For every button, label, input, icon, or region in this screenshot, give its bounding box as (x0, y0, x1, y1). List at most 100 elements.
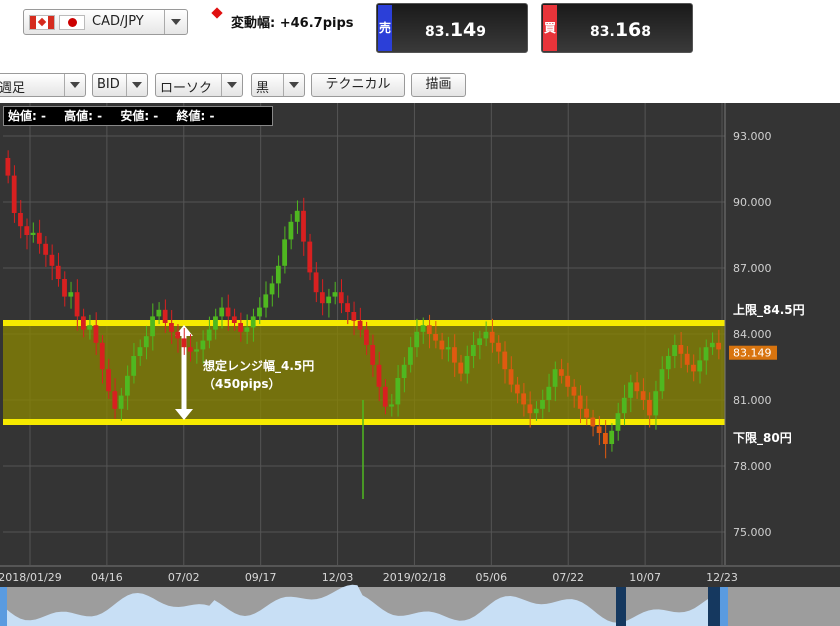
candle (326, 296, 332, 304)
x-tick-label: 05/06 (475, 571, 507, 584)
candle (49, 254, 55, 266)
price-chart[interactable]: 93.000 90.000 87.000 84.000 81.000 78.000 75.0… (0, 0, 840, 626)
candle (389, 404, 394, 407)
candle (590, 417, 596, 427)
candle (30, 232, 36, 235)
candle (219, 307, 225, 317)
candle (364, 329, 369, 345)
candle (137, 347, 143, 356)
candle (691, 364, 696, 372)
x-tick-label: 04/16 (91, 571, 123, 584)
candle (156, 309, 162, 317)
x-tick-label: 2018/01/29 (0, 571, 62, 584)
candle (665, 356, 671, 370)
x-tick-label: 12/23 (706, 571, 738, 584)
candle (55, 265, 61, 279)
navigator-handle[interactable] (708, 587, 720, 626)
candle (615, 413, 621, 431)
candle (125, 375, 130, 396)
candle (200, 340, 206, 350)
candle (678, 345, 684, 354)
candle (703, 347, 709, 361)
x-tick-label: 09/17 (245, 571, 277, 584)
candle (87, 325, 93, 330)
candle (62, 279, 67, 297)
candle (477, 338, 482, 345)
y-tick-label: 87.000 (733, 262, 772, 275)
ohlc-readout: 始値: - 高値: - 安値: - 終値: - (3, 106, 273, 126)
upper-limit-label: 上限_84.5円 (733, 302, 805, 318)
candle (93, 325, 99, 343)
candle (43, 243, 49, 255)
candle (546, 386, 552, 400)
x-tick-label: 10/07 (629, 571, 661, 584)
candle (351, 312, 357, 321)
candle (647, 400, 652, 416)
candle (181, 338, 187, 348)
candle (357, 320, 363, 330)
x-tick-label: 07/22 (552, 571, 584, 584)
high-value: 高値: - (64, 109, 103, 123)
candle (99, 342, 105, 370)
candle (540, 400, 545, 409)
candle (80, 316, 86, 330)
candle (452, 347, 457, 363)
candle (439, 340, 445, 350)
candle (194, 349, 199, 352)
y-tick-label: 75.000 (733, 526, 772, 539)
candle (250, 316, 256, 328)
candle (609, 430, 615, 444)
low-value: 安値: - (120, 109, 159, 123)
candle (577, 395, 583, 409)
lower-limit-label: 下限_80円 (733, 430, 792, 446)
candle (628, 382, 633, 398)
y-tick-label: 90.000 (733, 196, 772, 209)
navigator-right-handle[interactable] (720, 587, 728, 626)
candle (206, 329, 212, 341)
navigator-handle[interactable] (616, 587, 626, 626)
candle (684, 353, 690, 365)
candle (514, 384, 520, 394)
candle (162, 309, 168, 323)
candle (257, 307, 262, 317)
candle (621, 397, 627, 414)
candle (187, 347, 193, 352)
candle (131, 356, 137, 376)
candle (420, 325, 426, 332)
candle (169, 323, 174, 332)
candle (483, 331, 489, 339)
candle (301, 210, 306, 242)
close-value: 終値: - (176, 109, 215, 123)
candle (697, 360, 703, 372)
candle (118, 395, 124, 409)
candle (345, 303, 350, 312)
y-tick-label: 81.000 (733, 394, 772, 407)
candle (288, 221, 294, 240)
candle (36, 232, 42, 244)
candle (175, 331, 181, 339)
candle (558, 369, 564, 376)
candle (282, 239, 288, 266)
candle (11, 175, 17, 213)
candle (401, 364, 407, 378)
candle (533, 408, 539, 414)
candle (464, 356, 470, 374)
candle (238, 323, 243, 332)
candle (458, 362, 464, 374)
candle (143, 336, 149, 348)
candle (659, 369, 665, 392)
candle (395, 378, 401, 405)
candle (18, 213, 23, 227)
candle (527, 404, 533, 414)
candle (319, 292, 325, 304)
candle (5, 158, 11, 176)
x-tick-label: 12/03 (322, 571, 354, 584)
navigator-left-handle[interactable] (0, 587, 7, 626)
candle (496, 342, 501, 352)
open-value: 始値: - (8, 109, 46, 123)
y-tick-label: 93.000 (733, 130, 772, 143)
candle (231, 316, 237, 323)
candle (244, 327, 250, 332)
candle (565, 375, 571, 387)
candle (445, 347, 451, 350)
